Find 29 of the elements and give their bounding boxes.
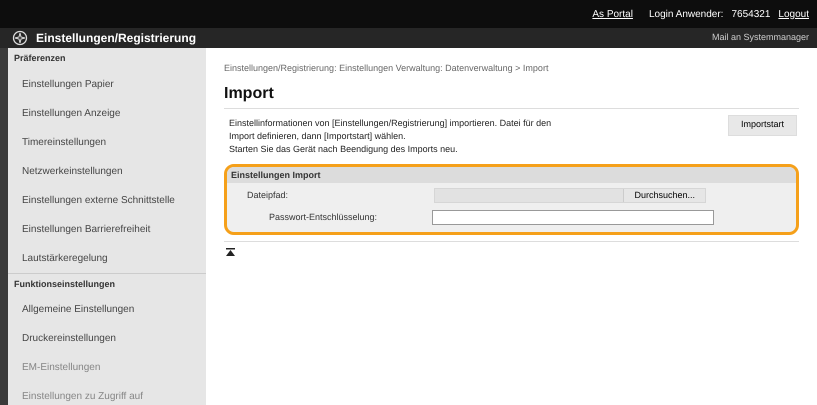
- import-start-button[interactable]: Importstart: [728, 114, 797, 136]
- sidebar-item[interactable]: Einstellungen Barrierefreiheit: [8, 214, 206, 244]
- logout-link[interactable]: Logout: [778, 6, 809, 22]
- sidebar-item[interactable]: Allgemeine Einstellungen: [8, 295, 206, 324]
- sidebar-section-title: Präferenzen: [13, 52, 67, 65]
- portal-link[interactable]: As Portal: [592, 6, 633, 22]
- sidebar-item[interactable]: Lautstärkeregelung: [8, 244, 206, 272]
- sidebar-item[interactable]: Einstellungen externe Schnittstelle: [8, 186, 206, 214]
- sidebar-section-title: Funktionseinstellungen: [8, 272, 206, 295]
- sidebar-item[interactable]: Einstellungen Anzeige: [8, 98, 206, 128]
- browse-button[interactable]: Durchsuchen...: [623, 189, 705, 202]
- file-path-field[interactable]: Durchsuchen...: [434, 188, 706, 203]
- field-label: Dateipfad:: [246, 188, 290, 202]
- login-label: Login Anwender:: [648, 8, 724, 22]
- sidebar-item[interactable]: Einstellungen Papier: [8, 70, 206, 98]
- breadcrumb: Einstellungen/Registrierung: Einstellungen Verwaltung: Datenverwaltung > Import: [224, 62, 550, 75]
- sidebar-item[interactable]: Druckereinstellungen: [8, 324, 206, 353]
- back-to-top-icon[interactable]: [226, 248, 235, 256]
- field-label: Passwort-Entschlüsselung:: [268, 210, 378, 224]
- sidebar-item[interactable]: Timereinstellungen: [8, 128, 206, 156]
- description-text: Einstellinformationen von [Einstellungen/Registrierung] importieren. Datei für den Import definieren, dann [Importstart] wählen.: [229, 116, 552, 142]
- app-title: Einstellungen/Registrierung: [36, 30, 196, 47]
- sidebar-item[interactable]: Netzwerkeinstellungen: [8, 156, 206, 186]
- login-id: 7654321: [731, 8, 770, 22]
- password-field[interactable]: [432, 210, 714, 225]
- page-title: Import: [224, 82, 799, 108]
- mail-link[interactable]: Mail an Systemmanager: [712, 31, 809, 45]
- section-title: Einstellungen Import: [227, 166, 796, 182]
- description-text: Starten Sie das Gerät nach Beendigung des Imports neu.: [229, 142, 459, 156]
